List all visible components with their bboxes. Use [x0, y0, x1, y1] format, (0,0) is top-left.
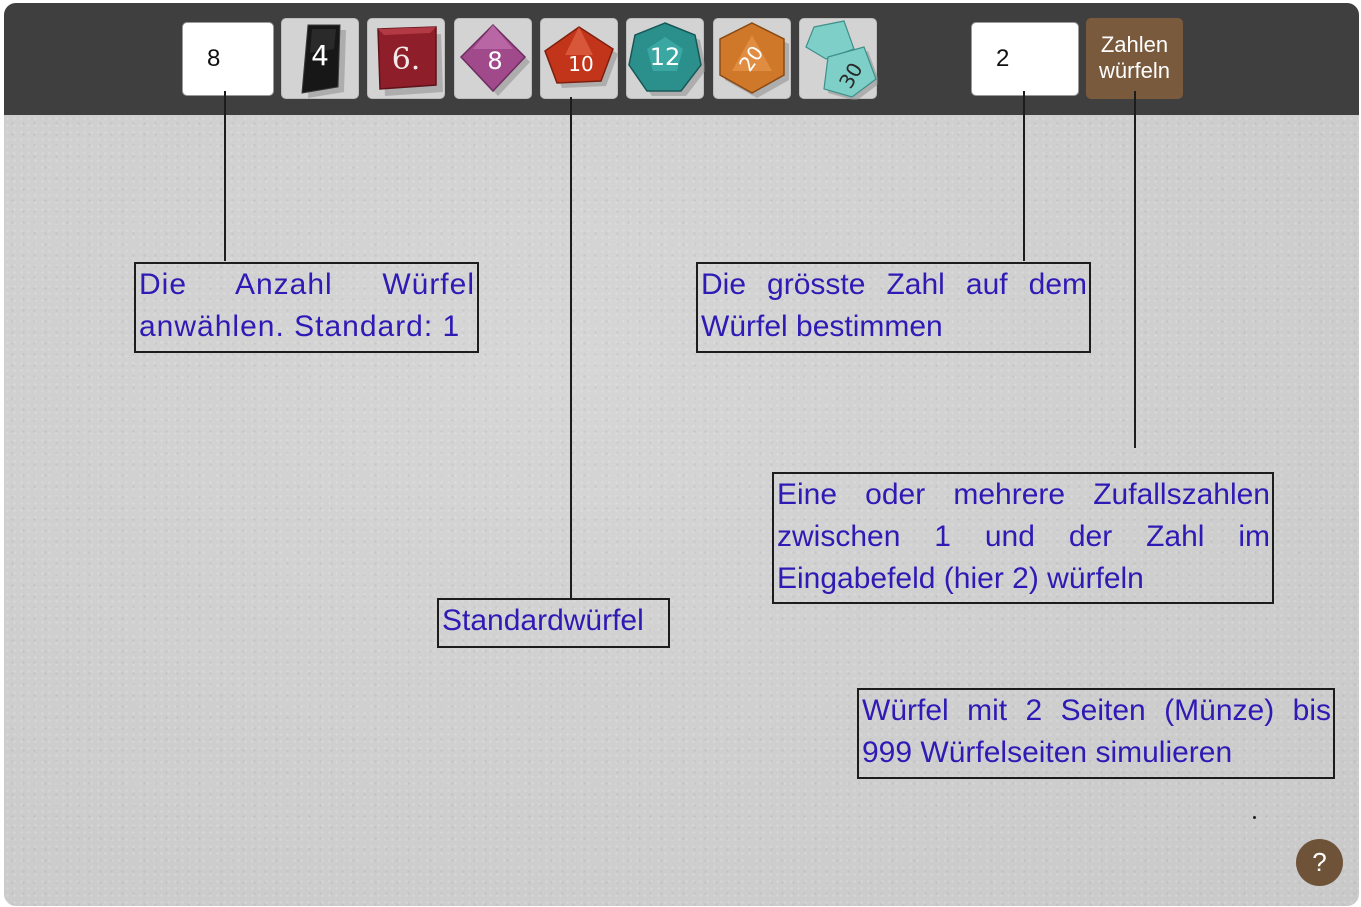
- roll-button-line: Zahlen: [1100, 32, 1169, 57]
- d8-icon: 8: [459, 23, 530, 96]
- connector-dice-count: [224, 91, 226, 261]
- d4-icon: 4: [301, 24, 346, 98]
- d10-label: 10: [568, 52, 593, 76]
- connector-roll: [1134, 91, 1136, 448]
- roll-button[interactable]: Zahlen würfeln: [1086, 18, 1183, 99]
- d30-button[interactable]: 30: [799, 18, 878, 100]
- d10-icon: 10: [544, 26, 618, 88]
- d20-button[interactable]: 20: [713, 18, 791, 99]
- d12-label: 12: [650, 43, 681, 71]
- max-number-input[interactable]: 2: [971, 22, 1079, 96]
- roll-button-line: würfeln: [1099, 58, 1170, 83]
- d8-button[interactable]: 8: [454, 18, 532, 99]
- d12-icon: 12: [628, 22, 705, 96]
- note-dice-count: Die Anzahl Würfel anwählen. Standard: 1: [134, 262, 479, 353]
- d12-button[interactable]: 12: [626, 18, 705, 99]
- d4-button[interactable]: 4: [281, 18, 359, 99]
- d6-icon: 6.: [377, 26, 443, 96]
- d30-icon: 30: [805, 20, 878, 100]
- connector-standard-dice: [570, 97, 572, 600]
- app-canvas: 8 4 6. 8 10 12 20 30 2 Zahlen würfeln Di…: [4, 3, 1359, 906]
- toolbar: 8 4 6. 8 10 12 20 30 2 Zahlen würfeln: [4, 3, 1359, 115]
- d8-label: 8: [487, 47, 502, 75]
- d6-button[interactable]: 6.: [367, 18, 445, 99]
- d6-label: 6.: [392, 42, 421, 77]
- d10-button[interactable]: 10: [540, 18, 618, 99]
- d20-icon: 20: [719, 22, 789, 98]
- note-range: Würfel mit 2 Seiten (Münze) bis 999 Würf…: [857, 688, 1335, 779]
- dice-count-input[interactable]: 8: [182, 22, 274, 96]
- connector-max-number: [1023, 91, 1025, 261]
- help-button[interactable]: ?: [1296, 839, 1343, 886]
- d4-label: 4: [311, 39, 329, 72]
- note-standard-dice: Standardwürfel: [437, 598, 670, 648]
- dot-mark: [1253, 816, 1256, 819]
- note-max-number: Die grösste Zahl auf dem Würfel bestimme…: [696, 262, 1091, 353]
- note-roll: Eine oder mehrere Zufallszahlen zwischen…: [772, 472, 1274, 604]
